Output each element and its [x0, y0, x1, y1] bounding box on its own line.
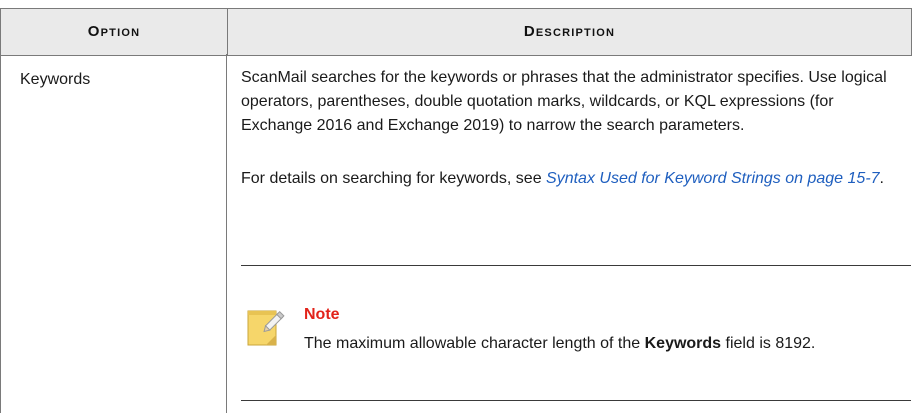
details-period: .: [879, 170, 884, 187]
note-title: Note: [304, 306, 340, 323]
note-top-rule: [241, 265, 911, 266]
option-column-header: Option: [87, 23, 141, 40]
note-text: The maximum allowable character length o…: [304, 335, 645, 352]
column-divider: [226, 54, 227, 413]
table-header: Option Description: [0, 8, 912, 56]
keywords-field-name: Keywords: [644, 335, 722, 352]
note-bottom-rule: [241, 400, 911, 401]
details-text: For details on searching for keywords, s…: [241, 170, 547, 187]
table-left-border: [0, 54, 1, 413]
description-column-header: Description: [523, 23, 616, 40]
keywords-description: ScanMail searches for the keywords or ph…: [241, 69, 887, 134]
note-body: The maximum allowable character length o…: [304, 330, 894, 358]
syntax-link[interactable]: Syntax Used for Keyword Strings on page …: [546, 170, 880, 187]
options-table: Option Description Keywords ScanMail sea…: [0, 0, 912, 413]
option-keywords: Keywords: [20, 71, 91, 88]
note-pencil-icon: [247, 310, 285, 346]
note-text-end: field is 8192.: [721, 335, 816, 352]
keywords-details-paragraph: For details on searching for keywords, s…: [241, 167, 901, 191]
